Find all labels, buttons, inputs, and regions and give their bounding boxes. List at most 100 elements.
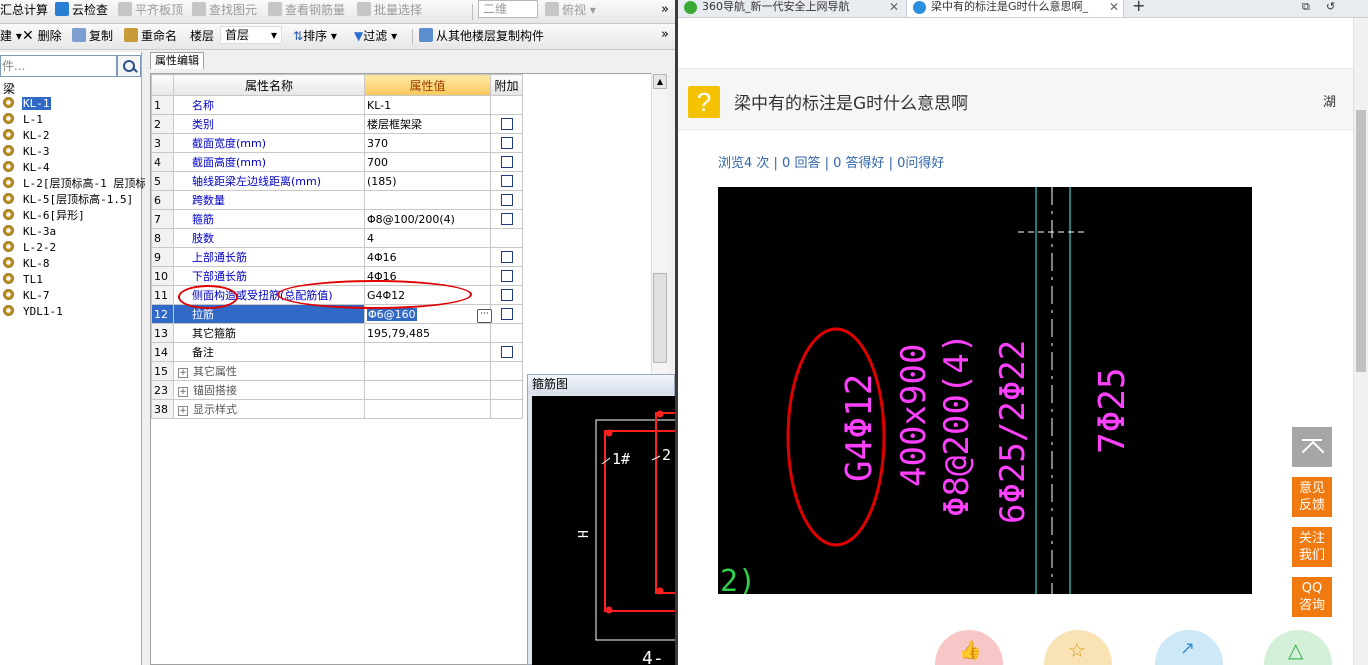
- expand-icon[interactable]: +: [178, 368, 188, 378]
- extra-checkbox[interactable]: [500, 212, 513, 225]
- view-2d-dropdown[interactable]: 二维: [478, 0, 538, 24]
- scroll-up-icon[interactable]: ▲: [653, 74, 667, 89]
- tab-property-edit[interactable]: 属性编辑: [150, 52, 204, 69]
- property-row[interactable]: 3 截面宽度(mm) 370: [151, 133, 523, 153]
- ellipsis-button[interactable]: ···: [477, 309, 492, 323]
- tree-item[interactable]: KL-3: [3, 144, 51, 160]
- extra-checkbox[interactable]: [500, 117, 513, 130]
- property-value[interactable]: [364, 342, 491, 362]
- header-extra[interactable]: 附加: [490, 74, 523, 96]
- extra-checkbox[interactable]: [500, 193, 513, 206]
- search-icon[interactable]: [117, 55, 141, 77]
- property-row[interactable]: 8 肢数 4: [151, 228, 523, 248]
- like-icon[interactable]: 👍: [935, 630, 1003, 665]
- share-icon[interactable]: ↗: [1155, 630, 1223, 665]
- extra-checkbox[interactable]: [500, 307, 513, 320]
- tree-item[interactable]: KL-6[异形]: [3, 208, 86, 224]
- new-button[interactable]: 建 ▾: [0, 26, 22, 50]
- rename-button[interactable]: 重命名: [124, 26, 177, 50]
- cloud-check-button[interactable]: 云检查: [55, 0, 108, 24]
- property-scrollbar[interactable]: ▲: [651, 73, 668, 376]
- back-to-top-icon[interactable]: [1292, 427, 1332, 467]
- browser-scrollbar[interactable]: [1353, 18, 1368, 665]
- floor-dropdown[interactable]: 首层 ▾: [220, 26, 282, 50]
- tree-item[interactable]: KL-5[层顶标高-1.5]: [3, 192, 134, 208]
- batch-select-button[interactable]: 批量选择: [357, 0, 422, 24]
- view-rebar-button[interactable]: 查看钢筋量: [268, 0, 345, 24]
- find-element-button[interactable]: 查找图元: [192, 0, 257, 24]
- tree-item[interactable]: KL-1: [3, 96, 51, 112]
- property-row[interactable]: 13 其它箍筋 195,79,485: [151, 323, 523, 343]
- extra-checkbox[interactable]: [500, 136, 513, 149]
- flush-slab-button[interactable]: 平齐板顶: [118, 0, 183, 24]
- header-property-name[interactable]: 属性名称: [173, 74, 365, 96]
- property-row[interactable]: 23 + 锚固搭接: [151, 380, 523, 400]
- property-value[interactable]: 4Φ16: [364, 247, 491, 267]
- extra-checkbox[interactable]: [500, 269, 513, 282]
- property-value[interactable]: [364, 190, 491, 210]
- extra-checkbox[interactable]: [500, 345, 513, 358]
- header-property-value[interactable]: 属性值: [364, 74, 491, 96]
- feedback-button[interactable]: 意见反馈: [1292, 477, 1332, 517]
- toolbar-overflow-icon[interactable]: »: [661, 2, 669, 17]
- header-right-text[interactable]: 湖: [1323, 91, 1336, 110]
- property-row[interactable]: 2 类别 楼层框架梁: [151, 114, 523, 134]
- follow-us-button[interactable]: 关注我们: [1292, 527, 1332, 567]
- close-tab-icon[interactable]: ✕: [1109, 0, 1119, 14]
- tree-search-input[interactable]: 件...: [0, 55, 117, 77]
- property-row[interactable]: 5 轴线距梁左边线距离(mm) (185): [151, 171, 523, 191]
- property-row[interactable]: 12 拉筋 Φ6@160: [151, 304, 523, 324]
- tree-item[interactable]: KL-2: [3, 128, 51, 144]
- property-row[interactable]: 14 备注: [151, 342, 523, 362]
- qq-consult-button[interactable]: QQ咨询: [1292, 577, 1332, 617]
- extra-checkbox[interactable]: [500, 250, 513, 263]
- filter-button[interactable]: ▼过滤 ▾: [354, 26, 397, 50]
- property-value[interactable]: Φ6@160: [364, 304, 491, 324]
- tree-root-beam[interactable]: 梁: [3, 80, 15, 97]
- property-value[interactable]: 370: [364, 133, 491, 153]
- browser-scroll-thumb[interactable]: [1356, 110, 1366, 372]
- new-tab-button[interactable]: +: [1126, 0, 1150, 18]
- tree-item[interactable]: YDL1-1: [3, 304, 64, 320]
- property-value[interactable]: 700: [364, 152, 491, 172]
- tree-item[interactable]: L-1: [3, 112, 44, 128]
- property-row[interactable]: 10 下部通长筋 4Φ16: [151, 266, 523, 286]
- view-top-dropdown[interactable]: 俯视 ▾: [545, 0, 596, 24]
- sort-button[interactable]: ⇅排序 ▾: [293, 26, 337, 50]
- property-row[interactable]: 9 上部通长筋 4Φ16: [151, 247, 523, 267]
- property-value[interactable]: KL-1: [364, 95, 491, 115]
- expand-icon[interactable]: +: [178, 406, 188, 416]
- property-row[interactable]: 6 跨数量: [151, 190, 523, 210]
- copy-button[interactable]: 复制: [72, 26, 113, 50]
- delete-button[interactable]: ✕ 删除: [22, 26, 62, 50]
- tree-item[interactable]: KL-7: [3, 288, 51, 304]
- tree-item[interactable]: KL-3a: [3, 224, 57, 240]
- property-value[interactable]: Φ8@100/200(4): [364, 209, 491, 229]
- property-row[interactable]: 1 名称 KL-1: [151, 95, 523, 115]
- property-value[interactable]: 195,79,485: [364, 323, 491, 343]
- toolbar-overflow-icon[interactable]: »: [661, 27, 669, 42]
- property-value[interactable]: [364, 399, 491, 419]
- restore-icon[interactable]: ⧉: [1298, 0, 1318, 18]
- tree-item[interactable]: KL-8: [3, 256, 51, 272]
- property-value[interactable]: [364, 380, 491, 400]
- property-value[interactable]: 4: [364, 228, 491, 248]
- tree-item[interactable]: TL1: [3, 272, 44, 288]
- browser-tab-360nav[interactable]: 360导航_新一代安全上网导航 ✕: [678, 0, 903, 18]
- extra-checkbox[interactable]: [500, 174, 513, 187]
- property-value[interactable]: 4Φ16: [364, 266, 491, 286]
- property-row[interactable]: 4 截面高度(mm) 700: [151, 152, 523, 172]
- property-row[interactable]: 38 + 显示样式: [151, 399, 523, 419]
- property-value[interactable]: [364, 361, 491, 381]
- undo-icon[interactable]: ↺: [1322, 0, 1342, 18]
- property-value[interactable]: 楼层框架梁: [364, 114, 491, 134]
- tree-item[interactable]: L-2-2: [3, 240, 57, 256]
- extra-checkbox[interactable]: [500, 288, 513, 301]
- expand-icon[interactable]: +: [178, 387, 188, 397]
- property-row[interactable]: 7 箍筋 Φ8@100/200(4): [151, 209, 523, 229]
- property-value[interactable]: G4Φ12: [364, 285, 491, 305]
- up-arrow-icon[interactable]: △: [1264, 630, 1332, 665]
- close-tab-icon[interactable]: ✕: [889, 0, 899, 14]
- property-row[interactable]: 11 侧面构造或受扭筋(总配筋值) G4Φ12: [151, 285, 523, 305]
- star-icon[interactable]: ☆: [1044, 630, 1112, 665]
